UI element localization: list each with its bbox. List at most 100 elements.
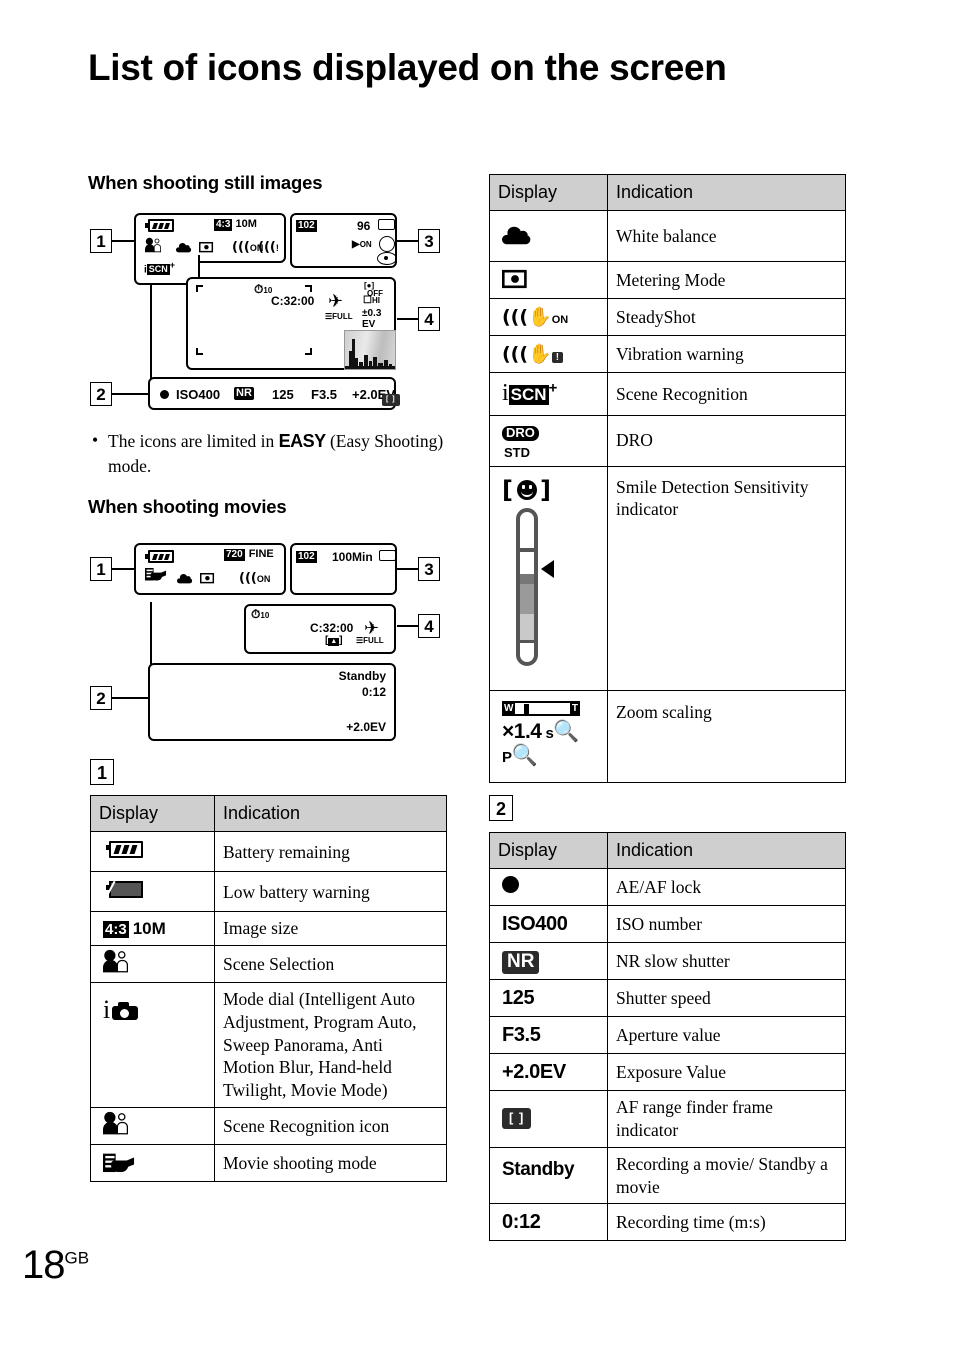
- table-header-row: Display Indication: [489, 173, 846, 212]
- right-display-metering: [489, 261, 608, 300]
- right-indication-1: Metering Mode: [607, 261, 846, 300]
- dro-std-label: STD: [504, 444, 530, 460]
- callout-still-2: 2: [90, 382, 112, 406]
- zoom-slider-knob[interactable]: [524, 703, 529, 715]
- table2-display-af-range-frame: [ ]: [489, 1090, 608, 1148]
- movie-quality: 720 FINE: [224, 548, 274, 561]
- callout-still-3: 3: [418, 229, 440, 253]
- right-display-steadyshot: (((✋ON: [489, 298, 608, 337]
- steadyshot-on-label: ON: [551, 314, 569, 327]
- right-indication-5: DRO: [607, 414, 846, 467]
- table-row: [ ] AF range finder frame indicator: [489, 1090, 846, 1148]
- table-row: Scene Selection: [90, 945, 447, 984]
- table-row: [ ] Smile Detection Sensitivity indicato…: [489, 465, 846, 691]
- table2-indication-8: Recording time (m:s): [607, 1203, 846, 1242]
- zoom-precision-row: P🔍: [502, 743, 599, 767]
- table-row: AE/AF lock: [489, 868, 846, 907]
- still-image-size: 4:3 10M: [214, 219, 257, 231]
- table-row: Standby Recording a movie/ Standby a mov…: [489, 1146, 846, 1205]
- table1-indication-0: Battery remaining: [214, 831, 447, 873]
- table1-header-indication: Indication: [214, 794, 447, 833]
- table-row: 125 Shutter speed: [489, 979, 846, 1018]
- table1-header-display: Display: [90, 794, 215, 833]
- zoom-factor-value: ×1.4: [502, 719, 542, 743]
- vibration-warning-icon: (((!: [258, 240, 279, 255]
- table-row: Metering Mode: [489, 261, 846, 300]
- movie-af-frame: [▲]: [325, 635, 343, 647]
- table2-display-ae-af-lock: [489, 868, 608, 907]
- right-display-white-balance: [489, 210, 608, 263]
- table1-indication-6: Movie shooting mode: [214, 1143, 447, 1182]
- table-row: F3.5 Aperture value: [489, 1016, 846, 1055]
- table1-display-battery-remaining: [90, 831, 215, 873]
- table-row: ISO400 ISO number: [489, 905, 846, 944]
- easy-mode-note: • The icons are limited in EASY (Easy Sh…: [92, 428, 452, 480]
- smile-face-icon: [517, 479, 537, 500]
- right-display-smile-detection: [ ]: [489, 465, 608, 691]
- leader-line: [397, 240, 418, 242]
- still-clock-code: C:32:00: [271, 294, 315, 308]
- scn-badge: SCN: [508, 385, 549, 405]
- smile-level-pointer: [541, 559, 554, 578]
- table1-display-image-size: 4:3 10M: [90, 911, 215, 947]
- aspect-ratio-badge: 4:3: [103, 920, 129, 938]
- table-row: +2.0EV Exposure Value: [489, 1053, 846, 1092]
- table-row: i SCN + Scene Recognition: [489, 372, 846, 416]
- table1-indication-3: Scene Selection: [214, 945, 447, 984]
- zoom-wide-label: W: [502, 700, 516, 716]
- table1-indication-2: Image size: [214, 911, 447, 947]
- table1-display-low-battery: [90, 871, 215, 913]
- ev-bracket-indicator: ±0.3 EV: [362, 308, 382, 330]
- table2-indication-2: NR slow shutter: [607, 942, 846, 981]
- table2-header-indication: Indication: [607, 831, 846, 870]
- leader-line: [112, 393, 150, 395]
- af-range-finder-badge: [ ]: [502, 1108, 532, 1129]
- histogram-thumbnail: [344, 330, 396, 370]
- table2-indication-0: AE/AF lock: [607, 868, 846, 907]
- vibration-hand-icon: (((✋: [502, 343, 552, 366]
- table-header-row: Display Indication: [90, 794, 447, 833]
- vibration-warning-mark: !: [551, 352, 564, 364]
- status-aperture: F3.5: [311, 387, 338, 402]
- right-display-scene-recognition: i SCN +: [489, 372, 608, 416]
- page-title: List of icons displayed on the screen: [88, 47, 727, 88]
- steadyshot-icon: (((ON: [239, 571, 271, 586]
- movie-ev: +2.0EV: [346, 720, 386, 734]
- table2-display-exposure-value: +2.0EV: [489, 1053, 608, 1092]
- table2-indication-3: Shutter speed: [607, 979, 846, 1018]
- burst-mode-icon: ☐HI: [363, 295, 380, 306]
- leader-line: [112, 240, 134, 242]
- right-display-vibration: (((✋!: [489, 335, 608, 374]
- flash-mode-icon: ▶ON: [352, 239, 372, 250]
- table-row: Low battery warning: [90, 871, 447, 913]
- self-timer-icon: ⏱10: [254, 282, 273, 296]
- table-row: White balance: [489, 210, 846, 263]
- leader-line: [397, 625, 418, 627]
- mode-dial-i: i: [103, 995, 111, 1025]
- cloud-icon: [502, 227, 531, 245]
- right-indication-3: Vibration warning: [607, 335, 846, 374]
- person-icon: [103, 1111, 131, 1135]
- battery-icon: [145, 550, 174, 563]
- table-row: (((✋! Vibration warning: [489, 335, 846, 374]
- smile-sensitivity-indicator: [ ]: [502, 475, 572, 673]
- zoom-slider[interactable]: W T: [502, 700, 580, 716]
- destination-icon: ✈: [328, 291, 344, 311]
- scene-selection-icon: [145, 237, 163, 256]
- table1-indication-1: Low battery warning: [214, 871, 447, 913]
- table2-indication-1: ISO number: [607, 905, 846, 944]
- scn-plus: +: [548, 379, 558, 397]
- table-section-1-right: Display Indication White balance Meterin…: [489, 173, 846, 783]
- battery-full-label: ☰FULL: [356, 636, 384, 645]
- folio-suffix: GB: [64, 1248, 90, 1268]
- table1-display-movie-mode: [90, 1143, 215, 1182]
- table2-display-recording-time: 0:12: [489, 1203, 608, 1242]
- table1-display-mode-dial: i: [90, 982, 215, 1108]
- easy-mode-label: EASY: [278, 431, 327, 451]
- scn-i-letter: i: [502, 380, 509, 407]
- right-display-dro: DRO STD: [489, 414, 608, 467]
- table1-indication-5: Scene Recognition icon: [214, 1106, 447, 1145]
- callout-still-1: 1: [90, 229, 112, 253]
- leader-line: [397, 318, 418, 320]
- right-indication-0: White balance: [607, 210, 846, 263]
